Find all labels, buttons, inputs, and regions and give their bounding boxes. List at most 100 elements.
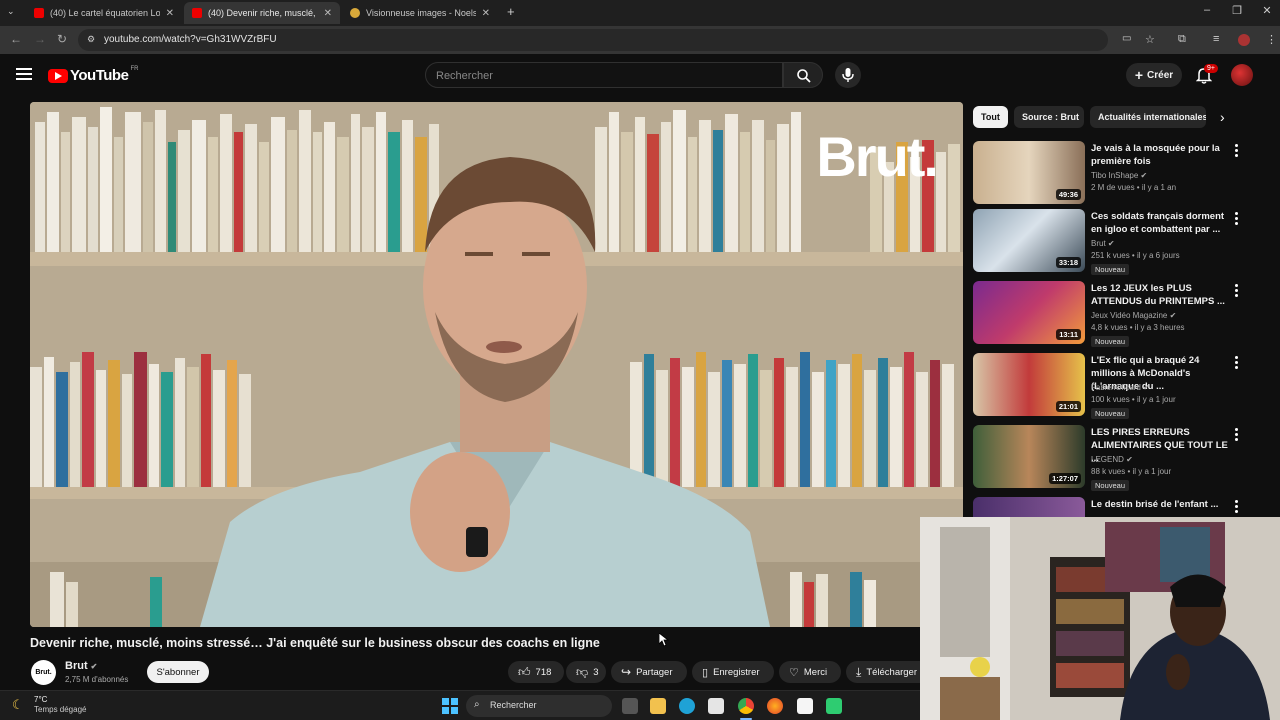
- profile-icon[interactable]: [1238, 34, 1250, 46]
- chip-all[interactable]: Tout: [973, 106, 1008, 128]
- close-tab-icon[interactable]: ✕: [482, 8, 490, 19]
- close-tab-icon[interactable]: ✕: [324, 8, 332, 19]
- chips-next-chevron-icon[interactable]: ›: [1220, 109, 1225, 125]
- thanks-button[interactable]: ♡ Merci: [779, 661, 841, 683]
- minimize-icon[interactable]: –: [1192, 4, 1222, 16]
- browser-tab[interactable]: Visionneuse images - Noelsha ✕: [342, 2, 498, 24]
- save-button[interactable]: ▯ Enregistrer: [692, 661, 774, 683]
- more-actions-icon[interactable]: [1235, 144, 1238, 159]
- capcut-app-icon[interactable]: [797, 698, 813, 714]
- save-label: Enregistrer: [713, 666, 760, 678]
- video-thumbnail[interactable]: 21:01: [973, 353, 1085, 416]
- like-button[interactable]: 👍︎ 718: [508, 661, 564, 683]
- url-text[interactable]: youtube.com/watch?v=Gh31WVZrBFU: [104, 34, 277, 45]
- chip-international-news[interactable]: Actualités internationales: [1090, 106, 1206, 128]
- recommendation-channel[interactable]: Jeux Vidéo Magazine ✔: [1091, 311, 1176, 320]
- browser-menu-icon[interactable]: ⋮: [1266, 33, 1277, 46]
- account-avatar[interactable]: [1231, 64, 1253, 86]
- firefox-browser-icon[interactable]: [767, 698, 783, 714]
- address-bar-row: ← → ↻ ⚙ youtube.com/watch?v=Gh31WVZrBFU …: [0, 26, 1280, 54]
- close-tab-icon[interactable]: ✕: [166, 8, 174, 19]
- recommendation-item[interactable]: 33:18 Ces soldats français dorment en ig…: [973, 209, 1263, 275]
- video-title: Devenir riche, musclé, moins stressé… J'…: [30, 636, 600, 650]
- green-app-icon[interactable]: [826, 698, 842, 714]
- create-button[interactable]: + Créer: [1126, 63, 1182, 87]
- chip-source-brut[interactable]: Source : Brut: [1014, 106, 1084, 128]
- cast-icon[interactable]: ▭: [1122, 33, 1131, 44]
- recommendation-channel-name: Brut: [1091, 239, 1106, 248]
- recommendation-channel[interactable]: LEGEND ✔: [1091, 455, 1133, 464]
- recommendation-meta: 251 k vues • il y a 6 jours: [1091, 251, 1180, 260]
- video-player[interactable]: Brut.: [30, 102, 963, 627]
- recommendation-title[interactable]: Les 12 JEUX les PLUS ATTENDUS du PRINTEM…: [1091, 282, 1231, 308]
- dislike-button[interactable]: 👎︎ 3: [566, 661, 606, 683]
- recommendation-title[interactable]: Je vais à la mosquée pour la première fo…: [1091, 142, 1231, 168]
- bookmark-icon: ▯: [702, 666, 709, 679]
- video-thumbnail[interactable]: 33:18: [973, 209, 1085, 272]
- recommendation-item[interactable]: 49:36 Je vais à la mosquée pour la premi…: [973, 141, 1263, 207]
- more-actions-icon[interactable]: [1235, 500, 1238, 515]
- recommendation-meta: 4,8 k vues • il y a 3 heures: [1091, 323, 1185, 332]
- more-actions-icon[interactable]: [1235, 356, 1238, 371]
- browser-tab[interactable]: (40) Le cartel équatorien Los Lo ✕: [26, 2, 182, 24]
- microsoft-store-icon[interactable]: [708, 698, 724, 714]
- more-actions-icon[interactable]: [1235, 284, 1238, 299]
- back-icon[interactable]: ←: [10, 32, 22, 46]
- task-view-icon[interactable]: [622, 698, 638, 714]
- verified-icon: ✔: [90, 662, 98, 671]
- weather-temperature[interactable]: 7°C: [34, 695, 47, 704]
- search-input[interactable]: Rechercher: [425, 62, 783, 88]
- search-button[interactable]: [783, 62, 823, 88]
- recommendation-channel[interactable]: Brut ✔: [1091, 239, 1115, 248]
- microphone-icon: [842, 68, 854, 82]
- weather-description[interactable]: Temps dégagé: [34, 705, 86, 714]
- recommendation-channel-name: Jeux Vidéo Magazine: [1091, 311, 1168, 320]
- browser-tab-active[interactable]: (40) Devenir riche, musclé, ✕: [184, 2, 340, 24]
- recommendation-item[interactable]: 21:01 L'Ex flic qui a braqué 24 millions…: [973, 353, 1263, 419]
- voice-search-button[interactable]: [835, 62, 861, 88]
- site-info-icon[interactable]: ⚙: [87, 34, 95, 45]
- new-tab-icon[interactable]: +: [507, 4, 515, 19]
- more-actions-icon[interactable]: [1235, 428, 1238, 443]
- video-thumbnail[interactable]: 1:27:07: [973, 425, 1085, 488]
- forward-icon[interactable]: →: [34, 32, 46, 46]
- video-duration: 21:01: [1055, 401, 1081, 412]
- download-button[interactable]: ⤓ Télécharger: [846, 661, 920, 683]
- subscribe-button[interactable]: S'abonner: [147, 661, 209, 683]
- share-button[interactable]: ↪ Partager: [611, 661, 687, 683]
- bookmark-star-icon[interactable]: ☆: [1145, 33, 1155, 46]
- windows-start-icon[interactable]: [442, 698, 458, 714]
- reload-icon[interactable]: ↻: [57, 32, 67, 46]
- youtube-logo[interactable]: YouTube FR: [48, 66, 138, 84]
- verified-icon: ✔: [1126, 455, 1133, 464]
- recommendation-channel[interactable]: FabienOlicard ✔: [1091, 383, 1150, 392]
- chrome-browser-icon[interactable]: [738, 698, 754, 714]
- edge-browser-icon[interactable]: [679, 698, 695, 714]
- video-thumbnail[interactable]: [973, 497, 1085, 517]
- hamburger-menu-icon[interactable]: [16, 68, 32, 80]
- file-explorer-icon[interactable]: [650, 698, 666, 714]
- more-actions-icon[interactable]: [1235, 212, 1238, 227]
- notification-count-badge: 9+: [1204, 64, 1218, 73]
- recommendation-item[interactable]: Le destin brisé de l'enfant ...: [973, 497, 1263, 517]
- video-thumbnail[interactable]: 13:11: [973, 281, 1085, 344]
- close-window-icon[interactable]: ✕: [1252, 4, 1280, 17]
- recommendation-meta: 100 k vues • il y a 1 jour: [1091, 395, 1176, 404]
- video-duration: 13:11: [1056, 329, 1081, 340]
- recommendation-item[interactable]: 1:27:07 LES PIRES ERREURS ALIMENTAIRES Q…: [973, 425, 1263, 491]
- omnibox[interactable]: ⚙ youtube.com/watch?v=Gh31WVZrBFU ▭: [78, 29, 1131, 51]
- thumbs-down-icon: 👎︎: [576, 664, 589, 679]
- tab-list-chevron-icon[interactable]: ⌄: [7, 6, 15, 17]
- extensions-icon[interactable]: ⧉: [1178, 33, 1186, 46]
- recommendation-title[interactable]: Le destin brisé de l'enfant ...: [1091, 498, 1231, 511]
- channel-name[interactable]: Brut ✔: [65, 660, 97, 672]
- video-thumbnail[interactable]: 49:36: [973, 141, 1085, 204]
- taskbar-search-box[interactable]: ⌕ Rechercher: [466, 695, 612, 717]
- recommendation-title[interactable]: Ces soldats français dorment en igloo et…: [1091, 210, 1231, 236]
- recommendation-item[interactable]: 13:11 Les 12 JEUX les PLUS ATTENDUS du P…: [973, 281, 1263, 347]
- recommendation-channel[interactable]: Tibo InShape ✔: [1091, 171, 1147, 180]
- channel-avatar[interactable]: Brut.: [31, 660, 56, 685]
- media-controls-icon[interactable]: ≡: [1213, 33, 1219, 45]
- subscriber-count: 2,75 M d'abonnés: [65, 675, 129, 684]
- maximize-icon[interactable]: ❐: [1222, 4, 1252, 17]
